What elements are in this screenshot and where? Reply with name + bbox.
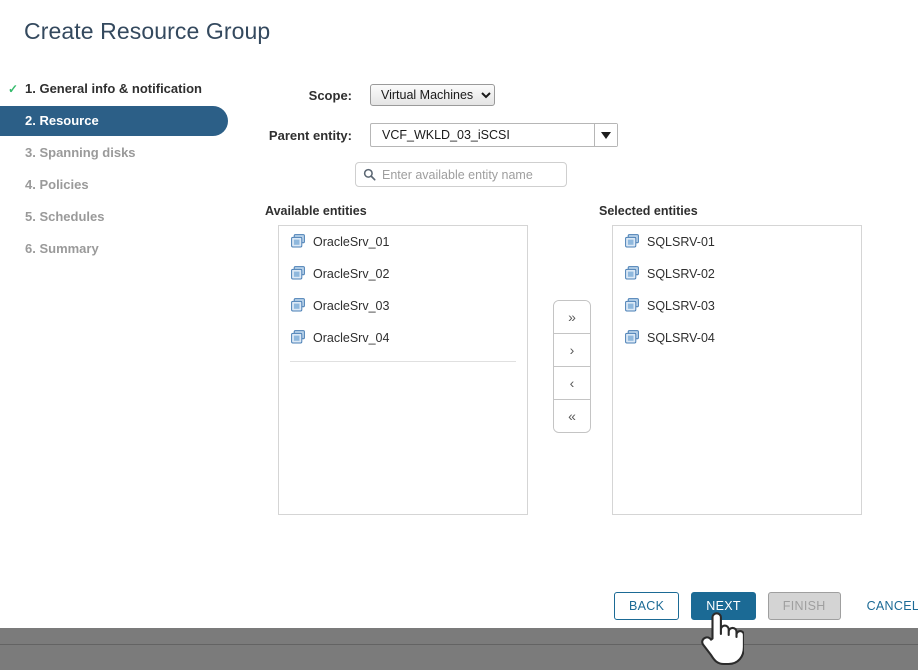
scope-select[interactable]: Virtual Machines: [370, 84, 495, 106]
sidebar-item-label: 6. Summary: [25, 241, 99, 256]
available-entities-list[interactable]: OracleSrv_01 OracleSrv_02 OracleSrv_03: [278, 225, 528, 515]
sidebar-item-label: 1. General info & notification: [25, 81, 202, 96]
bottom-bar-divider: [0, 644, 918, 645]
available-entities-heading: Available entities: [265, 204, 367, 218]
virtual-machine-icon: [291, 330, 306, 347]
sidebar-item-general-info[interactable]: ✓ 1. General info & notification: [0, 74, 236, 104]
finish-button: FINISH: [768, 592, 841, 620]
virtual-machine-icon: [625, 298, 640, 315]
list-item[interactable]: SQLSRV-03: [613, 290, 861, 322]
list-item-label: OracleSrv_04: [313, 331, 389, 345]
chevron-down-icon[interactable]: [594, 124, 617, 146]
parent-entity-row: Parent entity: VCF_WKLD_03_iSCSI: [250, 123, 618, 147]
list-separator: [290, 361, 516, 362]
list-item-label: OracleSrv_02: [313, 267, 389, 281]
list-item-label: OracleSrv_03: [313, 299, 389, 313]
selected-entities-heading: Selected entities: [599, 204, 698, 218]
list-item-label: SQLSRV-04: [647, 331, 715, 345]
remove-selected-button[interactable]: ‹: [554, 367, 590, 400]
next-button[interactable]: NEXT: [691, 592, 756, 620]
footer-buttons: BACK NEXT FINISH CANCEL: [614, 592, 918, 620]
list-item[interactable]: SQLSRV-01: [613, 226, 861, 258]
back-button[interactable]: BACK: [614, 592, 679, 620]
sidebar-item-label: 3. Spanning disks: [25, 145, 136, 160]
parent-entity-label: Parent entity:: [250, 128, 352, 143]
search-input[interactable]: [382, 168, 566, 182]
list-item-label: SQLSRV-03: [647, 299, 715, 313]
list-item-label: SQLSRV-01: [647, 235, 715, 249]
list-item-label: SQLSRV-02: [647, 267, 715, 281]
list-item[interactable]: OracleSrv_03: [279, 290, 527, 322]
search-icon: [356, 168, 382, 181]
virtual-machine-icon: [625, 234, 640, 251]
parent-entity-combobox[interactable]: VCF_WKLD_03_iSCSI: [370, 123, 618, 147]
virtual-machine-icon: [291, 266, 306, 283]
caret-shape: [601, 132, 611, 139]
check-icon: ✓: [8, 74, 20, 104]
virtual-machine-icon: [291, 234, 306, 251]
virtual-machine-icon: [291, 298, 306, 315]
list-item[interactable]: OracleSrv_02: [279, 258, 527, 290]
parent-entity-value: VCF_WKLD_03_iSCSI: [371, 124, 594, 146]
list-item[interactable]: OracleSrv_04: [279, 322, 527, 354]
list-item[interactable]: OracleSrv_01: [279, 226, 527, 258]
wizard-steps: ✓ 1. General info & notification 2. Reso…: [0, 74, 236, 266]
sidebar-item-resource[interactable]: 2. Resource: [0, 106, 228, 136]
sidebar-item-policies[interactable]: 4. Policies: [0, 170, 236, 200]
sidebar-item-schedules[interactable]: 5. Schedules: [0, 202, 236, 232]
scope-row: Scope: Virtual Machines: [250, 84, 495, 106]
search-box[interactable]: [355, 162, 567, 187]
sidebar-item-label: 5. Schedules: [25, 209, 104, 224]
sidebar-item-spanning-disks[interactable]: 3. Spanning disks: [0, 138, 236, 168]
list-item-label: OracleSrv_01: [313, 235, 389, 249]
transfer-buttons: » › ‹ «: [553, 300, 591, 433]
list-item[interactable]: SQLSRV-04: [613, 322, 861, 354]
sidebar-item-label: 4. Policies: [25, 177, 89, 192]
selected-entities-list[interactable]: SQLSRV-01 SQLSRV-02 SQLSRV-03: [612, 225, 862, 515]
scope-label: Scope:: [250, 88, 352, 103]
virtual-machine-icon: [625, 330, 640, 347]
virtual-machine-icon: [625, 266, 640, 283]
remove-all-button[interactable]: «: [554, 400, 590, 432]
bottom-bar: [0, 628, 918, 670]
cancel-button[interactable]: CANCEL: [853, 592, 918, 620]
page-title: Create Resource Group: [24, 18, 270, 45]
add-all-button[interactable]: »: [554, 301, 590, 334]
add-selected-button[interactable]: ›: [554, 334, 590, 367]
sidebar-item-label: 2. Resource: [25, 113, 99, 128]
list-item[interactable]: SQLSRV-02: [613, 258, 861, 290]
sidebar-item-summary[interactable]: 6. Summary: [0, 234, 236, 264]
